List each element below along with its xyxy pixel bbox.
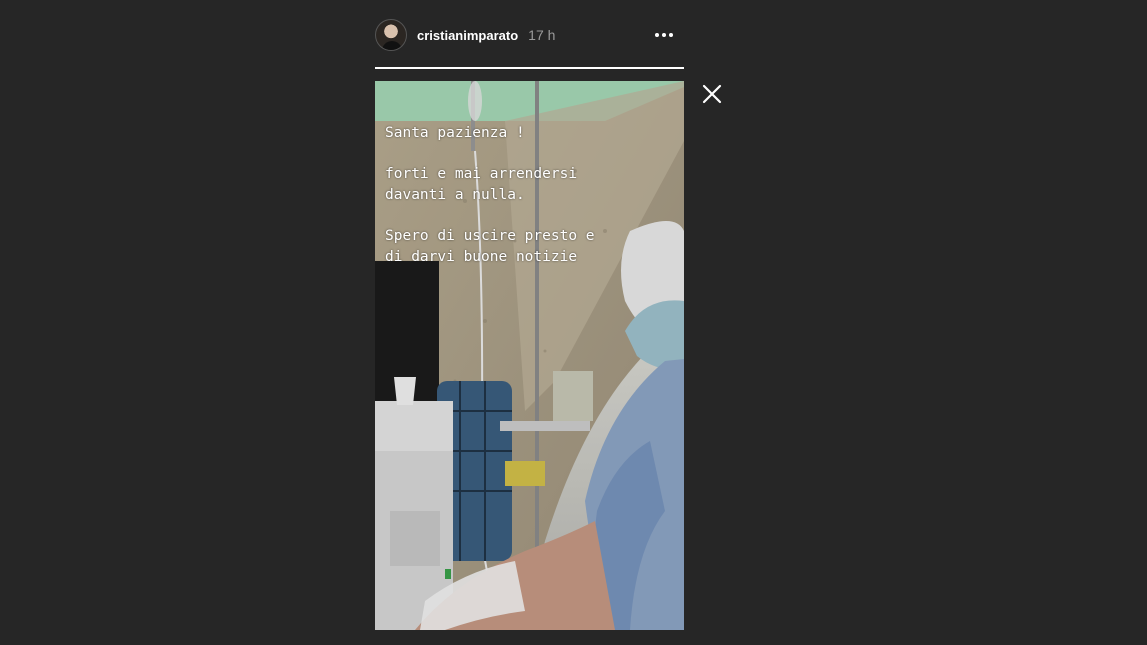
story-progress-fill bbox=[375, 67, 684, 69]
story-progress-bar bbox=[375, 67, 684, 69]
dot bbox=[669, 33, 673, 37]
username[interactable]: cristianimparato bbox=[417, 28, 518, 43]
caption-line-2: forti e mai arrendersi davanti a nulla. bbox=[385, 166, 578, 203]
avatar[interactable] bbox=[375, 19, 407, 51]
more-options-icon[interactable] bbox=[652, 26, 676, 44]
timestamp: 17 h bbox=[528, 27, 556, 43]
story-header: cristianimparato 17 h bbox=[375, 18, 684, 52]
story-media[interactable]: Santa pazienza ! forti e mai arrendersi … bbox=[375, 81, 684, 630]
story-caption: Santa pazienza ! forti e mai arrendersi … bbox=[385, 123, 675, 288]
dot bbox=[655, 33, 659, 37]
caption-line-3: Spero di uscire presto e di darvi buone … bbox=[385, 228, 595, 265]
dot bbox=[662, 33, 666, 37]
story-viewer: cristianimparato 17 h Santa pazienza ! f… bbox=[0, 0, 1147, 645]
caption-line-1: Santa pazienza ! bbox=[385, 125, 525, 141]
close-icon[interactable] bbox=[700, 82, 724, 106]
